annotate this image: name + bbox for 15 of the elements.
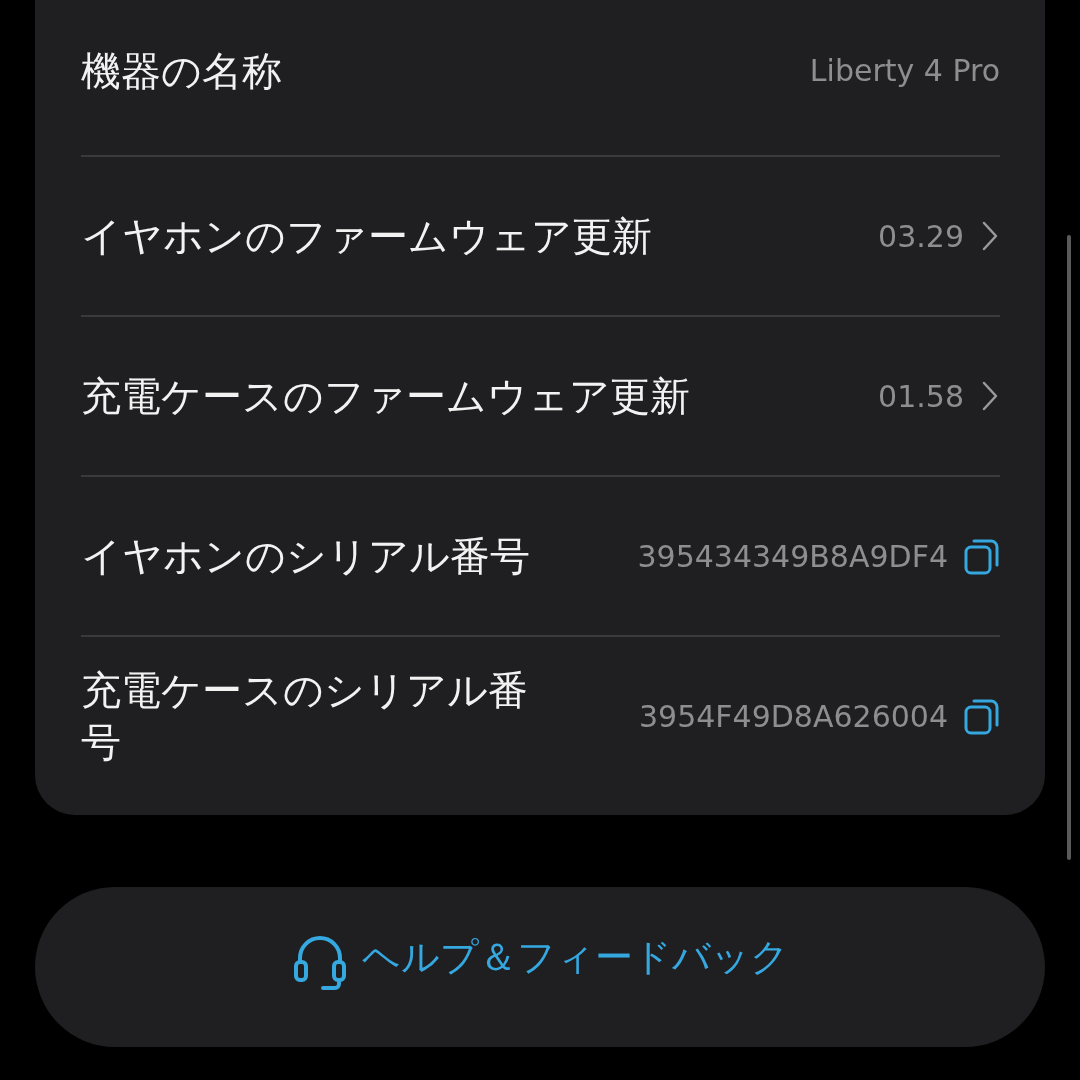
setting-value: 01.58 bbox=[878, 378, 964, 414]
setting-label: イヤホンのファームウェア更新 bbox=[81, 212, 652, 261]
copy-icon[interactable] bbox=[964, 537, 1000, 575]
setting-value: 395434349B8A9DF4 bbox=[637, 538, 948, 574]
setting-value: 3954F49D8A626004 bbox=[639, 698, 948, 734]
copy-icon[interactable] bbox=[964, 697, 1000, 735]
setting-label: イヤホンのシリアル番号 bbox=[81, 532, 530, 581]
chevron-right-icon bbox=[980, 380, 1000, 412]
setting-label: 充電ケースのファームウェア更新 bbox=[81, 372, 690, 421]
setting-value: Liberty 4 Pro bbox=[809, 53, 1000, 88]
chevron-right-icon bbox=[980, 220, 1000, 252]
help-feedback-button[interactable]: ヘルプ＆フィードバック bbox=[35, 887, 1045, 1047]
setting-label: 充電ケースのシリアル番号 bbox=[81, 666, 529, 767]
setting-value: 03.29 bbox=[878, 218, 964, 254]
setting-label: 機器の名称 bbox=[81, 46, 282, 96]
